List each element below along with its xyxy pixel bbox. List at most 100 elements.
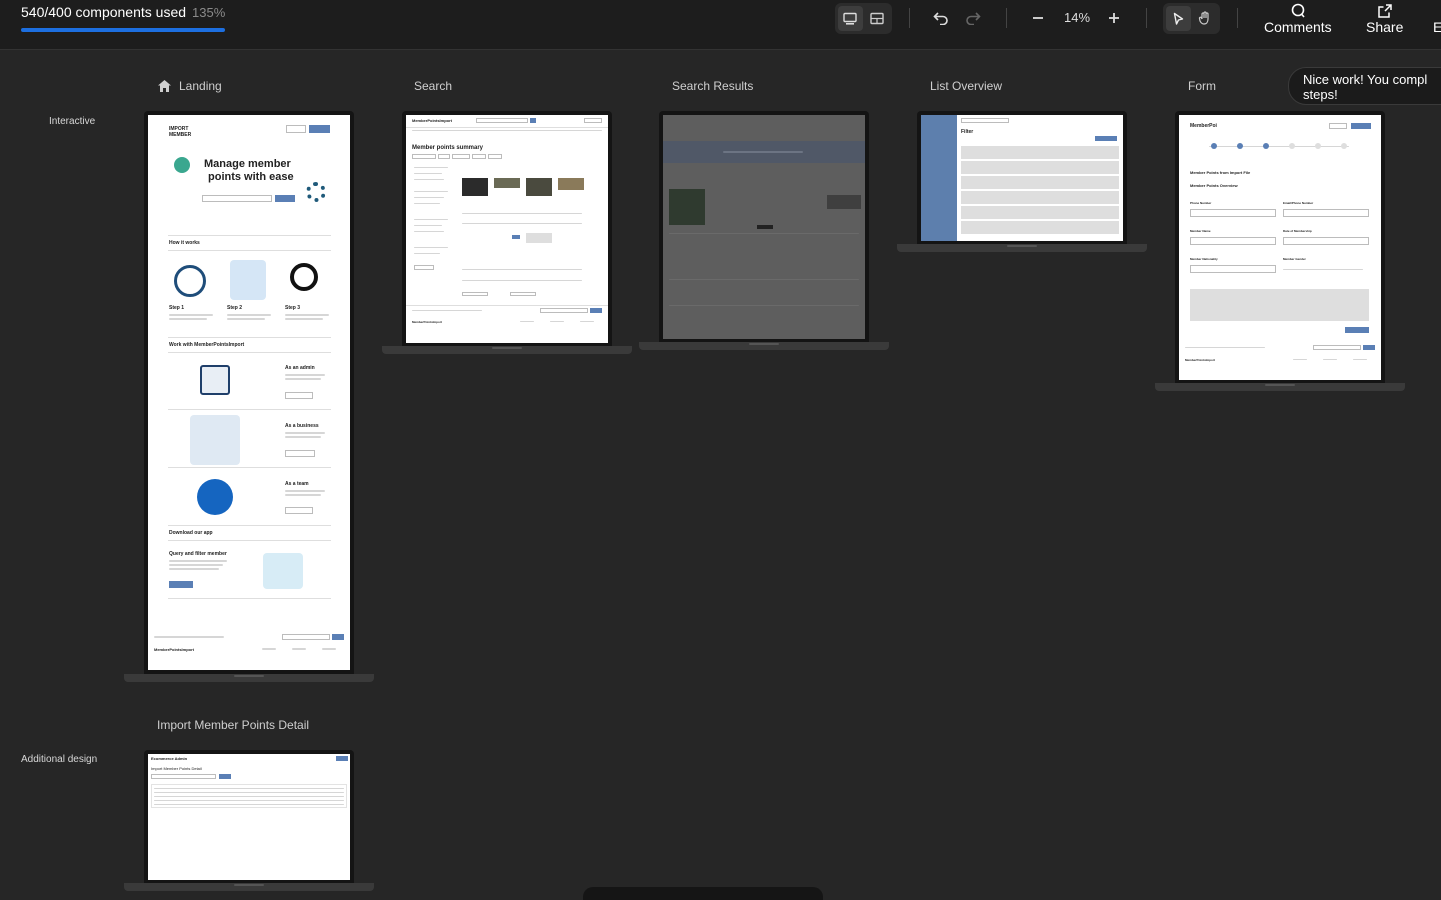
landing-logo-line2: MEMBER bbox=[169, 132, 192, 138]
result-line bbox=[669, 305, 859, 306]
zoom-out-icon[interactable] bbox=[1026, 5, 1050, 30]
form-input bbox=[1190, 237, 1276, 245]
frame-import-detail[interactable]: Ecommerce Admin Import Member Points Det… bbox=[144, 750, 354, 884]
zoom-in-icon[interactable] bbox=[1102, 5, 1126, 30]
text-line bbox=[285, 318, 323, 320]
team-illustration bbox=[197, 479, 233, 515]
list-sidebar bbox=[921, 115, 957, 241]
comments-button[interactable]: Comments bbox=[1264, 2, 1332, 35]
undo-icon[interactable] bbox=[929, 5, 953, 30]
text-line bbox=[169, 560, 227, 562]
filter-line bbox=[414, 225, 442, 226]
toast-line2: steps! bbox=[1303, 87, 1338, 102]
divider bbox=[406, 127, 608, 128]
frame-import-detail-base bbox=[124, 883, 374, 891]
search-results-screen bbox=[663, 115, 865, 339]
text-line bbox=[580, 321, 594, 322]
share-button[interactable]: Share bbox=[1366, 2, 1403, 35]
stepper-dot bbox=[1289, 143, 1295, 149]
table-row bbox=[154, 800, 344, 801]
redo-icon[interactable] bbox=[961, 5, 985, 30]
hand-icon[interactable] bbox=[1193, 6, 1218, 31]
result-image bbox=[526, 233, 552, 243]
form-input bbox=[1283, 209, 1369, 217]
newsletter-button bbox=[590, 308, 602, 313]
frame-list-overview[interactable]: Filter bbox=[917, 111, 1127, 245]
frame-title-list-overview[interactable]: List Overview bbox=[930, 79, 1002, 93]
frame-title-import-detail[interactable]: Import Member Points Detail bbox=[157, 718, 309, 732]
landing-search-button bbox=[275, 195, 295, 202]
frame-search-results-base bbox=[639, 342, 889, 350]
list-row bbox=[961, 221, 1119, 234]
result-line bbox=[462, 280, 582, 281]
frame-title-search-results[interactable]: Search Results bbox=[672, 79, 753, 93]
frame-search-results[interactable] bbox=[659, 111, 869, 343]
divider bbox=[168, 467, 331, 468]
split-layout-icon[interactable] bbox=[865, 6, 890, 31]
stepper-dot bbox=[1341, 143, 1347, 149]
frame-form[interactable]: MemberPoi Member Points from Import File… bbox=[1175, 111, 1385, 384]
landing-hero-line1: Manage member bbox=[204, 158, 291, 170]
search-brand: MemberPointsImport bbox=[412, 118, 453, 123]
frame-title-landing[interactable]: Landing bbox=[157, 79, 222, 93]
toolbar-divider bbox=[1237, 8, 1238, 28]
text-line bbox=[169, 568, 219, 570]
frame-search[interactable]: MemberPointsImport Member points summary bbox=[402, 111, 612, 347]
result-line bbox=[462, 223, 582, 224]
detail-top-button bbox=[336, 756, 348, 761]
divider bbox=[168, 337, 331, 338]
detail-screen: Ecommerce Admin Import Member Points Det… bbox=[148, 754, 350, 880]
stepper-dot bbox=[1315, 143, 1321, 149]
search-bar-button bbox=[530, 118, 536, 123]
frame-form-base bbox=[1155, 383, 1405, 391]
text-line bbox=[285, 432, 325, 434]
result-image bbox=[494, 178, 520, 188]
pointer-icon[interactable] bbox=[1166, 6, 1191, 31]
comment-icon bbox=[1290, 2, 1306, 19]
form-input bbox=[1190, 265, 1276, 273]
text-line bbox=[154, 636, 224, 638]
comments-label: Comments bbox=[1264, 19, 1332, 35]
text-line bbox=[285, 436, 321, 438]
tool-toggle bbox=[1163, 3, 1220, 34]
divider bbox=[168, 598, 331, 599]
business-button bbox=[285, 450, 315, 457]
newsletter-button bbox=[1363, 345, 1375, 350]
search-chip bbox=[488, 154, 502, 159]
list-screen: Filter bbox=[921, 115, 1123, 241]
filter-button bbox=[414, 265, 434, 270]
text-line bbox=[285, 374, 325, 376]
landing-signup-button bbox=[309, 125, 330, 133]
detail-title: Import Member Points Detail bbox=[151, 766, 202, 771]
share-icon bbox=[1377, 2, 1393, 19]
frame-landing[interactable]: IMPORT MEMBER Manage member points with … bbox=[144, 111, 354, 674]
form-label-phone: Phone Number bbox=[1190, 201, 1212, 205]
landing-network-icon bbox=[306, 182, 326, 202]
frame-title-search[interactable]: Search bbox=[414, 79, 452, 93]
landing-download-heading: Download our app bbox=[169, 530, 213, 536]
landing-work-heading: Work with MemberPointsImport bbox=[169, 342, 245, 348]
truncated-toolbar-button[interactable]: E bbox=[1433, 19, 1441, 35]
layout-icon[interactable] bbox=[838, 6, 863, 31]
form-label-nationality: Member Nationality bbox=[1190, 257, 1218, 261]
zoom-level[interactable]: 14% bbox=[1060, 10, 1094, 25]
list-row bbox=[961, 161, 1119, 174]
usage-progress-bar bbox=[21, 28, 225, 32]
detail-brand: Ecommerce Admin bbox=[151, 756, 188, 761]
detail-search-button bbox=[219, 774, 231, 779]
form-label-email: Email/Phone Number bbox=[1283, 201, 1314, 205]
frame-title-form[interactable]: Form bbox=[1188, 79, 1216, 93]
text-line bbox=[227, 318, 265, 320]
divider bbox=[168, 352, 331, 353]
toolbar-divider bbox=[1006, 8, 1007, 28]
landing-import-button bbox=[286, 125, 306, 133]
text-line bbox=[322, 648, 336, 650]
row-label-interactive: Interactive bbox=[49, 116, 96, 127]
detail-search-field bbox=[151, 774, 216, 779]
desk-illustration bbox=[263, 553, 303, 589]
onboarding-toast[interactable]: Nice work! You compl steps! bbox=[1288, 67, 1441, 105]
bottom-panel-handle[interactable] bbox=[583, 887, 823, 900]
form-top-button-primary bbox=[1351, 123, 1371, 129]
frame-title-text: Landing bbox=[179, 79, 222, 93]
banner-text bbox=[723, 151, 803, 153]
